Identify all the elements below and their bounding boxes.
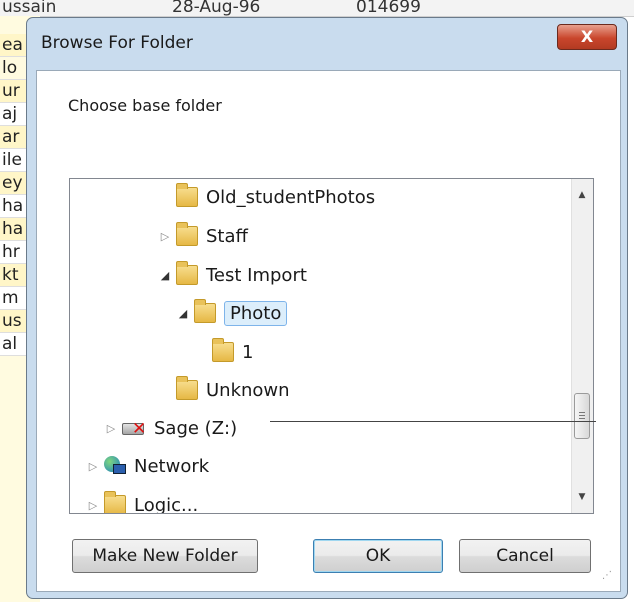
tree-item-photo[interactable]: ◢ Photo <box>176 299 288 327</box>
folder-icon <box>176 222 198 246</box>
folder-icon <box>194 299 216 323</box>
tree-item-logic[interactable]: ▷ Logic... <box>86 491 199 514</box>
tree-item-label: Photo <box>224 300 288 326</box>
tree-item-label: Unknown <box>206 379 290 401</box>
bg-cell: 28-Aug-96 <box>172 0 261 17</box>
make-new-folder-button[interactable]: Make New Folder <box>72 539 258 573</box>
collapse-arrow-icon[interactable]: ◢ <box>158 269 172 282</box>
tree-item-label: Old_studentPhotos <box>206 186 376 208</box>
resize-grip-icon[interactable]: ⋰ <box>602 571 614 585</box>
tree-item-test-import[interactable]: ◢ Test Import <box>158 261 307 289</box>
tree-item-label: 1 <box>242 341 254 363</box>
expand-arrow-icon[interactable]: ▷ <box>86 460 100 473</box>
tree-item-label: Logic... <box>134 494 199 514</box>
dialog-description: Choose base folder <box>68 96 222 115</box>
background-header-row: ussain 28-Aug-96 014699 <box>0 0 634 17</box>
scroll-up-arrow-icon[interactable]: ▲ <box>572 185 592 205</box>
scrollbar-thumb[interactable] <box>574 393 590 439</box>
tree-item-sage-drive[interactable]: ▷ ✕ Sage (Z:) <box>104 414 237 442</box>
tree-vertical-scrollbar[interactable]: ▲ ▼ <box>571 179 593 513</box>
tree-item-label: Sage (Z:) <box>154 417 238 439</box>
cancel-button[interactable]: Cancel <box>459 539 591 573</box>
folder-icon <box>176 261 198 285</box>
tree-item-label: Network <box>134 455 210 477</box>
tree-item-staff[interactable]: ▷ Staff <box>158 222 248 250</box>
tree-item-unknown[interactable]: Unknown <box>158 376 290 404</box>
folder-icon <box>212 338 234 362</box>
bg-cell: ussain <box>2 0 57 17</box>
tree-item-old-studentphotos[interactable]: Old_studentPhotos <box>158 183 375 211</box>
bg-cell: 014699 <box>356 0 421 17</box>
collapse-arrow-icon[interactable]: ◢ <box>176 307 190 320</box>
expand-arrow-icon[interactable]: ▷ <box>158 230 172 243</box>
ok-button[interactable]: OK <box>313 539 443 573</box>
dialog-title: Browse For Folder <box>41 33 193 53</box>
folder-icon <box>176 183 198 207</box>
tree-item-network[interactable]: ▷ Network <box>86 452 209 480</box>
pointer-line <box>270 421 596 422</box>
close-button[interactable]: X <box>557 24 617 50</box>
disconnected-drive-icon: ✕ <box>122 419 146 438</box>
network-icon <box>104 456 126 476</box>
tree-item-1[interactable]: 1 <box>194 338 253 366</box>
folder-icon <box>104 491 126 513</box>
folder-tree[interactable]: Old_studentPhotos ▷ Staff ◢ Test Import … <box>69 178 594 514</box>
expand-arrow-icon[interactable]: ▷ <box>86 499 100 512</box>
tree-item-label: Staff <box>206 225 248 247</box>
folder-icon <box>176 376 198 400</box>
tree-item-label: Test Import <box>206 264 307 286</box>
browse-for-folder-dialog: Browse For Folder X Choose base folder O… <box>26 17 628 599</box>
scroll-down-arrow-icon[interactable]: ▼ <box>572 487 592 507</box>
dialog-titlebar[interactable]: Browse For Folder X <box>27 18 627 70</box>
dialog-client-area: Choose base folder Old_studentPhotos ▷ S… <box>36 70 621 592</box>
close-icon: X <box>580 27 594 46</box>
expand-arrow-icon[interactable]: ▷ <box>104 422 118 435</box>
